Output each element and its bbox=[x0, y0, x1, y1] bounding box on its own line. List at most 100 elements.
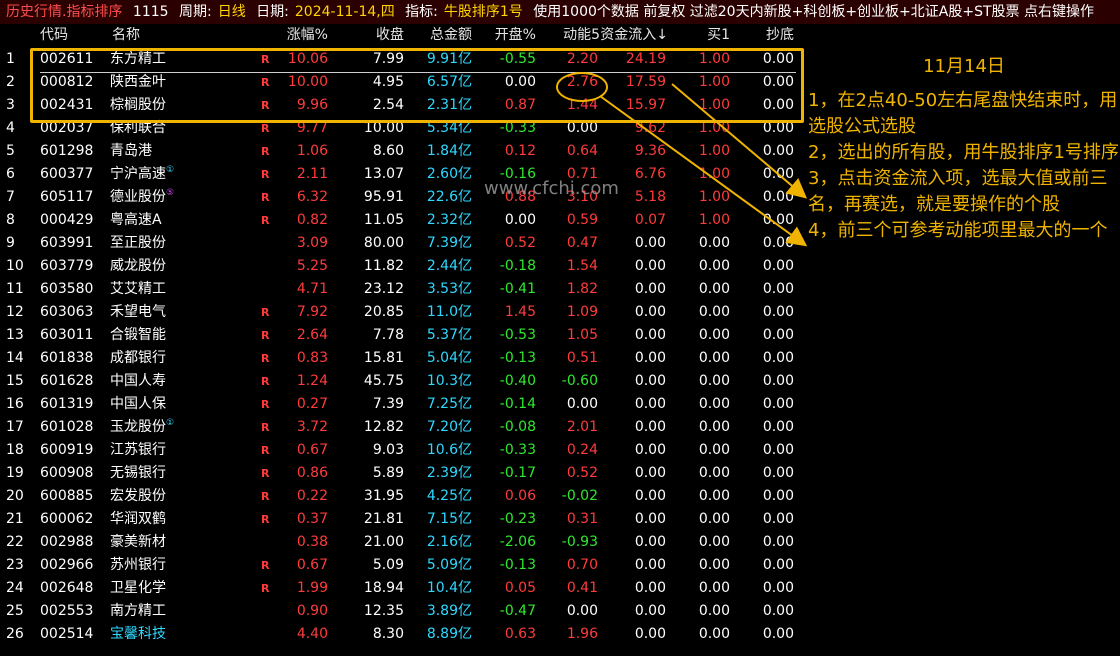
stock-code: 601028 bbox=[40, 419, 94, 435]
table-row[interactable]: 22 002988 豪美新材 0.38 21.00 2.16亿 -2.06 -0.93 0.00… bbox=[0, 531, 800, 554]
close-price: 12.35 bbox=[363, 603, 404, 619]
table-row[interactable]: 14 601838 成都银行 R 0.83 15.81 5.04亿 -0.13 0.51 0.00… bbox=[0, 347, 800, 370]
table-row[interactable]: 11 603580 艾艾精工 4.71 23.12 3.53亿 -0.41 1.82 0.00 0… bbox=[0, 278, 800, 301]
stock-code: 002037 bbox=[40, 120, 94, 136]
column-header-amount[interactable]: 总金额 bbox=[410, 24, 472, 46]
buy1-value: 0.00 bbox=[698, 603, 730, 619]
row-index: 18 bbox=[6, 442, 24, 458]
table-row[interactable]: 17 601028 玉龙股份 ① R 3.72 12.82 7.20亿 -0.08 2.01 0.0… bbox=[0, 416, 800, 439]
stock-code: 002553 bbox=[40, 603, 94, 619]
table-row[interactable]: 8 000429 粤高速A R 0.82 11.05 2.32亿 0.00 0.59 0.07 1.… bbox=[0, 209, 800, 232]
stock-name: 中国人寿 bbox=[110, 373, 166, 389]
close-price: 20.85 bbox=[363, 304, 404, 320]
stock-code: 002988 bbox=[40, 534, 94, 550]
stock-code: 600908 bbox=[40, 465, 94, 481]
r-marker: R bbox=[261, 53, 270, 66]
stock-code: 603991 bbox=[40, 235, 94, 251]
filter-info: 使用1000个数据 前复权 过滤20天内新股+科创板+创业板+北证A股+ST股票… bbox=[533, 4, 1094, 20]
buy1-value: 0.00 bbox=[698, 281, 730, 297]
stock-tag-icon: ⑤ bbox=[166, 188, 175, 198]
column-header-bottom[interactable]: 抄底 bbox=[736, 24, 794, 46]
bottom-value: 0.00 bbox=[762, 580, 794, 596]
table-row[interactable]: 19 600908 无锡银行 R 0.86 5.89 2.39亿 -0.17 0.52 0.00 0… bbox=[0, 462, 800, 485]
row-index: 26 bbox=[6, 626, 24, 642]
table-row[interactable]: 4 002037 保利联合 R 9.77 10.00 5.34亿 -0.33 0.00 9.62 1… bbox=[0, 117, 800, 140]
r-marker: R bbox=[261, 490, 270, 503]
stock-name: 保利联合 bbox=[110, 120, 166, 136]
table-row[interactable]: 24 002648 卫星化学 R 1.99 18.94 10.4亿 0.05 0.41 0.00 0… bbox=[0, 577, 800, 600]
table-row[interactable]: 10 603779 威龙股份 5.25 11.82 2.44亿 -0.18 1.54 0.00 0… bbox=[0, 255, 800, 278]
table-row[interactable]: 9 603991 至正股份 3.09 80.00 7.39亿 0.52 0.47 0.00 0.0… bbox=[0, 232, 800, 255]
close-price: 95.91 bbox=[363, 189, 404, 205]
stock-code: 000812 bbox=[40, 74, 94, 90]
table-row[interactable]: 5 601298 青岛港 R 1.06 8.60 1.84亿 0.12 0.64 9.36 1.00… bbox=[0, 140, 800, 163]
row-index: 3 bbox=[6, 97, 15, 113]
inflow-value: 0.00 bbox=[634, 603, 666, 619]
table-row[interactable]: 13 603011 合锻智能 R 2.64 7.78 5.37亿 -0.53 1.05 0.00 0… bbox=[0, 324, 800, 347]
indicator-value[interactable]: 牛股排序1号 bbox=[444, 4, 523, 20]
table-row[interactable]: 1 002611 东方精工 R 10.06 7.99 9.91亿 -0.55 2.20 24.19… bbox=[0, 48, 800, 71]
buy1-value: 0.00 bbox=[698, 304, 730, 320]
inflow-value: 0.00 bbox=[634, 396, 666, 412]
r-marker: R bbox=[261, 306, 270, 319]
column-header-inflow[interactable]: 资金流入↓ bbox=[600, 24, 668, 46]
column-header-name[interactable]: 名称 bbox=[112, 24, 152, 46]
stock-code: 600919 bbox=[40, 442, 94, 458]
bottom-value: 0.00 bbox=[762, 189, 794, 205]
r-marker: R bbox=[261, 99, 270, 112]
table-row[interactable]: 18 600919 江苏银行 R 0.67 9.03 10.6亿 -0.33 0.24 0.00 0… bbox=[0, 439, 800, 462]
open-percent: 0.00 bbox=[504, 74, 536, 90]
row-index: 10 bbox=[6, 258, 24, 274]
table-row[interactable]: 23 002966 苏州银行 R 0.67 5.09 5.09亿 -0.13 0.70 0.00 0… bbox=[0, 554, 800, 577]
table-row[interactable]: 6 600377 宁沪高速 ① R 2.11 13.07 2.60亿 -0.16 0.71 6.76… bbox=[0, 163, 800, 186]
period-value[interactable]: 日线 bbox=[218, 4, 246, 20]
table-row[interactable]: 26 002514 宝馨科技 4.40 8.30 8.89亿 0.63 1.96 0.00 0.0… bbox=[0, 623, 800, 646]
date-value[interactable]: 2024-11-14,四 bbox=[295, 4, 395, 20]
total-amount: 11.0亿 bbox=[426, 304, 472, 320]
inflow-value: 0.00 bbox=[634, 557, 666, 573]
table-row[interactable]: 20 600885 宏发股份 R 0.22 31.95 4.25亿 0.06 -0.02 0.00… bbox=[0, 485, 800, 508]
r-marker: R bbox=[261, 467, 270, 480]
table-row[interactable]: 15 601628 中国人寿 R 1.24 45.75 10.3亿 -0.40 -0.60 0.0… bbox=[0, 370, 800, 393]
open-percent: -0.40 bbox=[499, 373, 536, 389]
close-price: 2.54 bbox=[372, 97, 404, 113]
stock-code: 603063 bbox=[40, 304, 94, 320]
change-percent: 3.09 bbox=[296, 235, 328, 251]
table-row[interactable]: 3 002431 棕榈股份 R 9.96 2.54 2.31亿 0.87 1.44 15.97 1.… bbox=[0, 94, 800, 117]
inflow-value: 0.00 bbox=[634, 534, 666, 550]
column-header-open[interactable]: 开盘% bbox=[478, 24, 536, 46]
close-price: 21.81 bbox=[363, 511, 404, 527]
r-marker: R bbox=[261, 191, 270, 204]
row-index: 7 bbox=[6, 189, 15, 205]
column-header-buy1[interactable]: 买1 bbox=[674, 24, 730, 46]
stock-name: 南方精工 bbox=[110, 603, 166, 619]
table-row[interactable]: 12 603063 禾望电气 R 7.92 20.85 11.0亿 1.45 1.09 0.00 0… bbox=[0, 301, 800, 324]
column-header-momentum[interactable]: 动能5 bbox=[546, 24, 600, 46]
inflow-value: 17.59 bbox=[625, 74, 666, 90]
momentum-value: -0.60 bbox=[561, 373, 598, 389]
column-header-change[interactable]: 涨幅% bbox=[272, 24, 328, 46]
stock-name: 苏州银行 bbox=[110, 557, 166, 573]
stock-name: 无锡银行 bbox=[110, 465, 166, 481]
change-percent: 6.32 bbox=[296, 189, 328, 205]
table-row[interactable]: 2 000812 陕西金叶 R 10.00 4.95 6.57亿 0.00 2.76 17.59 1… bbox=[0, 71, 800, 94]
table-row[interactable]: 25 002553 南方精工 0.90 12.35 3.89亿 -0.47 0.00 0.00 0… bbox=[0, 600, 800, 623]
column-header-close[interactable]: 收盘 bbox=[340, 24, 404, 46]
stock-tag-icon: ① bbox=[166, 165, 175, 175]
column-header-code[interactable]: 代码 bbox=[40, 24, 80, 46]
row-index: 25 bbox=[6, 603, 24, 619]
open-percent: -0.13 bbox=[499, 557, 536, 573]
table-row[interactable]: 7 605117 德业股份 ⑤ R 6.32 95.91 22.6亿 0.88 3.10 5.18 1… bbox=[0, 186, 800, 209]
bottom-value: 0.00 bbox=[762, 143, 794, 159]
table-row[interactable]: 21 600062 华润双鹤 R 0.37 21.81 7.15亿 -0.23 0.31 0.00… bbox=[0, 508, 800, 531]
stock-name: 豪美新材 bbox=[110, 534, 166, 550]
inflow-value: 0.00 bbox=[634, 327, 666, 343]
buy1-value: 0.00 bbox=[698, 258, 730, 274]
r-marker: R bbox=[261, 214, 270, 227]
change-percent: 2.64 bbox=[296, 327, 328, 343]
open-percent: -0.13 bbox=[499, 350, 536, 366]
table-row[interactable]: 16 601319 中国人保 R 0.27 7.39 7.25亿 -0.14 0.00 0.00 0… bbox=[0, 393, 800, 416]
change-percent: 10.00 bbox=[287, 74, 328, 90]
inflow-value: 0.00 bbox=[634, 373, 666, 389]
open-percent: -2.06 bbox=[499, 534, 536, 550]
